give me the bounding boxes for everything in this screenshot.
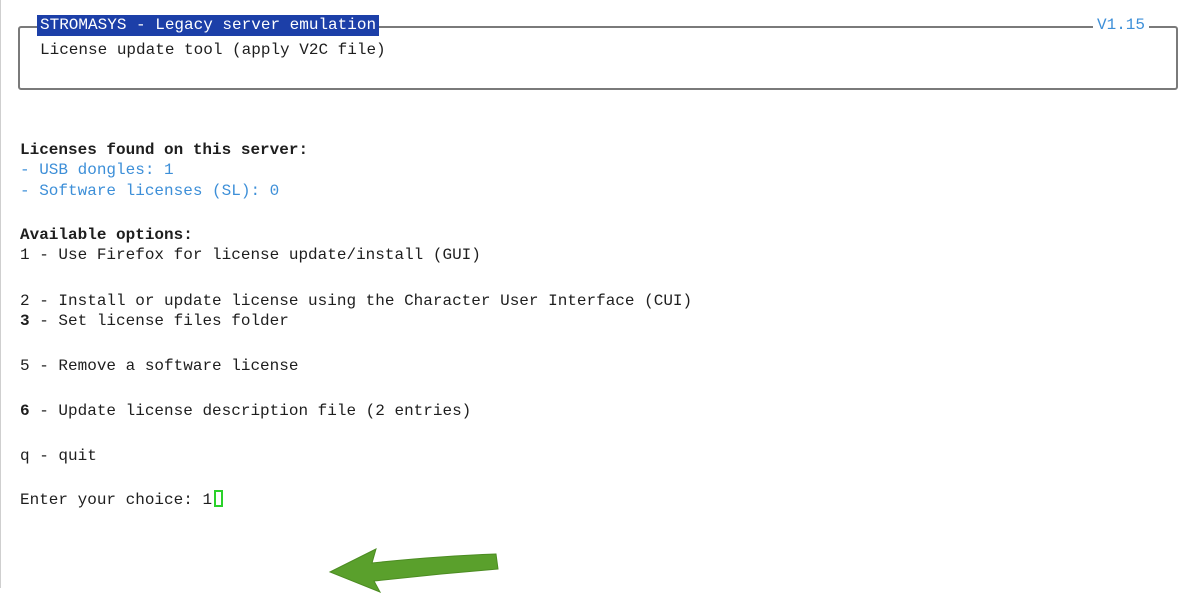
terminal-screen: STROMASYS - Legacy server emulation V1.1… [0,0,1198,593]
option-key: 3 [20,312,30,330]
usb-dongles-line: - USB dongles: 1 [20,161,174,179]
header-subtitle: License update tool (apply V2C file) [40,41,386,59]
option-key: 2 [20,292,30,310]
option-item[interactable]: 2 - Install or update license using the … [20,291,692,311]
option-text: - Update license description file (2 ent… [29,402,472,420]
prompt-input-value[interactable]: 1 [202,491,212,509]
option-item[interactable]: q - quit [20,446,97,466]
text-cursor [214,490,224,507]
option-item[interactable]: 5 - Remove a software license [20,356,298,376]
option-key: 6 [20,402,30,420]
software-licenses-line: - Software licenses (SL): 0 [20,182,280,200]
licenses-heading: Licenses found on this server: [20,141,309,159]
option-item[interactable]: 3 - Set license files folder [20,311,289,331]
option-text: - Use Firefox for license update/install… [29,246,481,264]
option-text: - Install or update license using the Ch… [29,292,693,310]
prompt-label: Enter your choice: [20,491,203,509]
option-key: 1 [20,246,30,264]
screen-edge [0,0,1,588]
option-key: q [20,447,30,465]
version-label: V1.15 [1093,15,1150,36]
option-text: - quit [29,447,97,465]
option-item[interactable]: 1 - Use Firefox for license update/insta… [20,245,481,265]
option-text: - Set license files folder [29,312,289,330]
option-item[interactable]: 6 - Update license description file (2 e… [20,401,471,421]
choice-prompt[interactable]: Enter your choice: 1 [20,490,224,510]
option-key: 5 [20,357,30,375]
header-title: STROMASYS - Legacy server emulation [37,15,380,36]
option-text: - Remove a software license [29,357,299,375]
options-heading: Available options: [20,226,193,244]
arrow-left-icon [328,548,499,593]
